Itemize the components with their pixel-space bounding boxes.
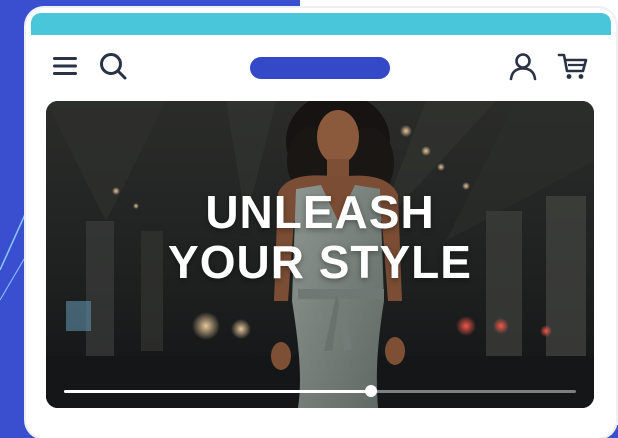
hamburger-menu-icon bbox=[53, 57, 77, 75]
shopping-cart-icon bbox=[557, 53, 588, 79]
menu-button[interactable] bbox=[48, 49, 82, 83]
phone-app-card: UNLEASH YOUR STYLE bbox=[26, 8, 616, 438]
hero-banner[interactable]: UNLEASH YOUR STYLE bbox=[46, 101, 594, 408]
headline-line-2: YOUR STYLE bbox=[168, 236, 472, 288]
search-button[interactable] bbox=[96, 49, 130, 83]
app-header bbox=[26, 35, 616, 101]
hero-headline: UNLEASH YOUR STYLE bbox=[46, 187, 594, 287]
account-button[interactable] bbox=[506, 49, 540, 83]
carousel-progress-slider[interactable] bbox=[64, 384, 576, 400]
status-bar bbox=[31, 13, 611, 35]
headline-line-1: UNLEASH bbox=[205, 186, 435, 238]
progress-thumb[interactable] bbox=[365, 385, 377, 397]
user-icon bbox=[509, 53, 537, 81]
progress-fill bbox=[64, 390, 371, 393]
search-icon bbox=[100, 53, 127, 80]
brand-logo[interactable] bbox=[250, 57, 390, 79]
cart-button[interactable] bbox=[556, 49, 590, 83]
